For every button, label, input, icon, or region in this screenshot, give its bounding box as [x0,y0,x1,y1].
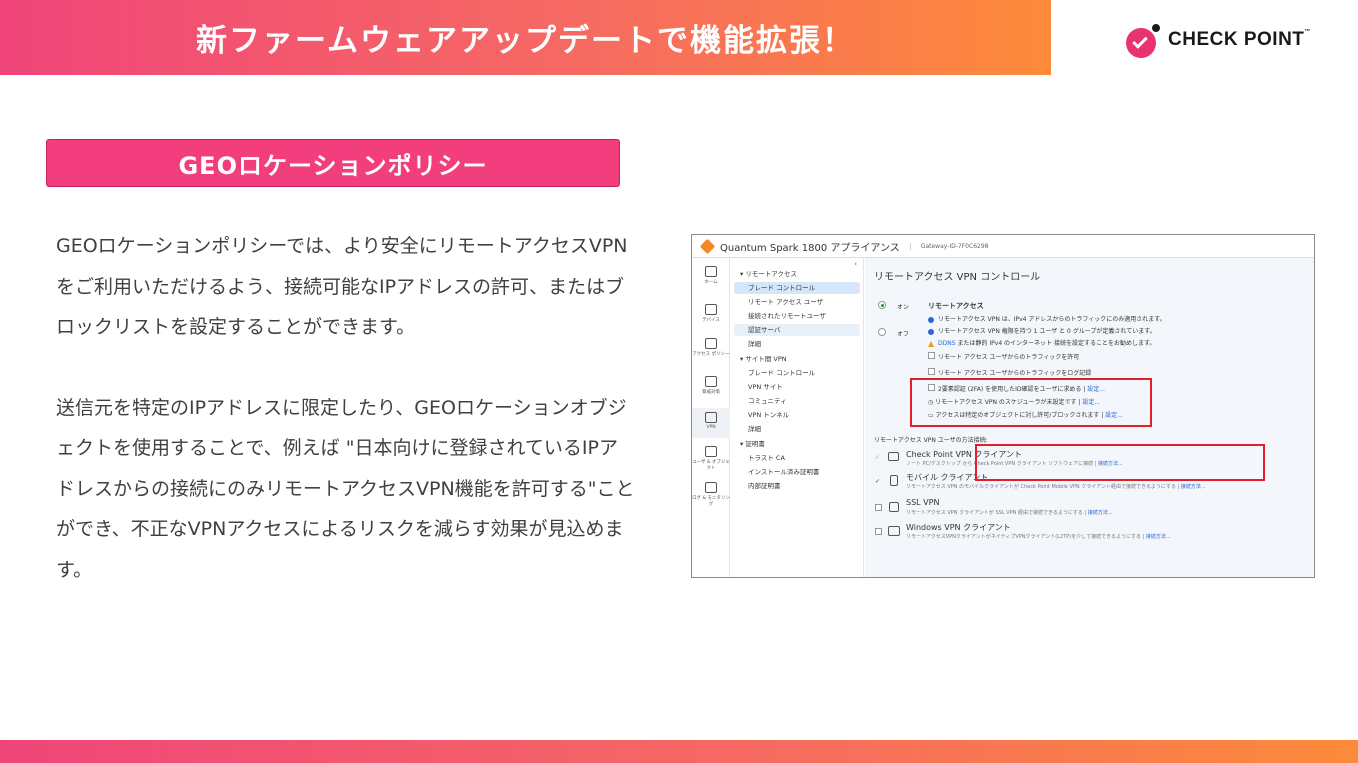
log-traffic-label: リモート アクセス ユーザからのトラフィックをログ記録 [938,370,1092,377]
method-2-link[interactable]: 接続方法... [1181,484,1206,490]
logs-icon [705,482,717,493]
collapse-chevron-icon[interactable]: ‹ [854,260,857,268]
method-3-link[interactable]: 接続方法... [1088,510,1113,516]
highlight-box-options [910,378,1152,427]
tree-item-site-advanced[interactable]: 詳細 [734,423,860,435]
tree-item-site-blade[interactable]: ブレード コントロール [734,367,860,379]
tree-group-site[interactable]: ▾ サイト間 VPN [734,353,860,365]
warn-line: DDNS または静的 IPv4 のインターネット 接続を設定することをお勧めしま… [928,338,1155,347]
app-main: リモートアクセス VPN コントロール オン オフ リモートアクセス リモートア… [865,258,1314,577]
logo-text: CHECK POINT [1168,29,1305,50]
method-check-2[interactable]: ✓ [875,478,880,485]
mobile-icon [890,475,898,486]
highlight-box-client [975,444,1265,481]
info-icon [928,328,934,335]
quantum-spark-icon [699,238,716,254]
method-3-name: SSL VPN [906,498,940,507]
monitor-icon [888,526,900,536]
tree-item-remote-users[interactable]: リモート アクセス ユーザ [734,296,860,308]
method-check-1[interactable]: ✓ [875,454,880,461]
tree-item-trust-ca[interactable]: トラスト CA [734,452,860,464]
nav-vpn[interactable]: VPN [692,408,730,438]
app-screenshot: Quantum Spark 1800 アプライアンス Gateway-ID-7F… [691,234,1315,578]
tree-item-auth-server[interactable]: 認証サーバ [734,324,860,336]
warning-icon [928,340,934,347]
remote-access-label: リモートアクセス [928,302,984,310]
vpn-client-icon [888,452,899,461]
nav-logs-monitoring[interactable]: ログ & モニタリング [692,482,730,507]
title-banner: 新ファームウェアアップデートで機能拡張！ [0,0,1051,75]
nav-users-objects[interactable]: ユーザ & オブジェクト [692,446,730,471]
section-heading-text: GEOロケーションポリシー [178,151,488,180]
check-point-logo: CHECK POINT™ [1126,22,1311,58]
tree-item-vpn-tunnels[interactable]: VPN トンネル [734,409,860,421]
users-icon [705,446,717,457]
check-point-logo-icon [1126,22,1162,58]
method-2-desc: リモートアクセス VPN のモバイルクライアントが Check Point Mo… [906,484,1206,490]
tree-item-connected-users[interactable]: 接続されたリモートユーザ [734,310,860,322]
lock-icon [889,502,899,512]
tree-item-vpn-sites[interactable]: VPN サイト [734,381,860,393]
bottom-bar [0,740,1358,763]
tree-item-remote-advanced[interactable]: 詳細 [734,338,860,350]
paragraph-2: 送信元を特定のIPアドレスに限定したり、GEOロケーションオブジェクトを使用する… [56,396,635,581]
app-title: Quantum Spark 1800 アプライアンス [720,242,900,254]
info-line-2: リモートアクセス VPN 権限を持つ 1 ユーザ と 0 グループが定義されてい… [928,326,1156,335]
method-4-link[interactable]: 接続方法... [1146,534,1171,540]
method-check-3[interactable] [875,504,882,511]
checkbox-allow-traffic[interactable] [928,352,935,359]
method-3-desc: リモートアクセス VPN クライアントが SSL VPN 経由で接続できるように… [906,510,1113,516]
tree-item-installed-cert[interactable]: インストール済み証明書 [734,466,860,478]
gateway-id: Gateway-ID-7F0C6298 [909,242,988,250]
method-4-desc: リモートアクセスVPNクライアントがネイティブVPNクライアント(L2TP)を介… [906,534,1171,540]
body-text: GEOロケーションポリシーでは、より安全にリモートアクセスVPNをご利用いただけ… [56,226,636,630]
main-title: リモートアクセス VPN コントロール [874,272,1041,283]
vpn-icon [705,412,717,423]
tree-group-remote[interactable]: ▾ リモートアクセス [734,268,860,280]
nav-device[interactable]: デバイス [692,304,730,323]
nav-threat-prevention[interactable]: 脅威対策 [692,376,730,395]
slide-title: 新ファームウェアアップデートで機能拡張！ [195,23,856,59]
tree-group-cert[interactable]: ▾ 証明書 [734,438,860,450]
info-line-1: リモートアクセス VPN は、IPv4 アドレスからのトラフィックにのみ適用され… [928,314,1166,323]
app-tree: ‹ ▾ リモートアクセス ブレード コントロール リモート アクセス ユーザ 接… [730,258,864,577]
tree-item-internal-cert[interactable]: 内部証明書 [734,480,860,492]
paragraph-1: GEOロケーションポリシーでは、より安全にリモートアクセスVPNをご利用いただけ… [56,235,628,338]
nav-access-policy[interactable]: アクセス ポリシー [692,338,730,357]
method-check-4[interactable] [875,528,882,535]
allow-traffic-label: リモート アクセス ユーザからのトラフィックを許可 [938,354,1080,361]
radio-off-label: オフ [897,331,910,338]
tree-item-blade-control[interactable]: ブレード コントロール [734,282,860,294]
radio-on[interactable] [878,301,886,309]
logo-tm: ™ [1304,29,1311,35]
radio-on-label: オン [897,304,910,311]
info-icon [928,316,934,323]
app-nav: ホーム デバイス アクセス ポリシー 脅威対策 VPN ユーザ & オブジェクト… [692,258,730,577]
tree-item-community[interactable]: コミュニティ [734,395,860,407]
methods-label: リモートアクセス VPN ユーザの方法接続: [874,437,988,444]
radio-off[interactable] [878,328,886,336]
checkbox-log-traffic[interactable] [928,368,935,375]
shield-icon [705,376,717,387]
section-heading: GEOロケーションポリシー [46,139,620,187]
device-icon [705,304,717,315]
home-icon [705,266,717,277]
method-4-name: Windows VPN クライアント [906,523,1011,532]
app-header: Quantum Spark 1800 アプライアンス Gateway-ID-7F… [692,235,1314,258]
access-policy-icon [705,338,717,349]
nav-home[interactable]: ホーム [692,266,730,285]
